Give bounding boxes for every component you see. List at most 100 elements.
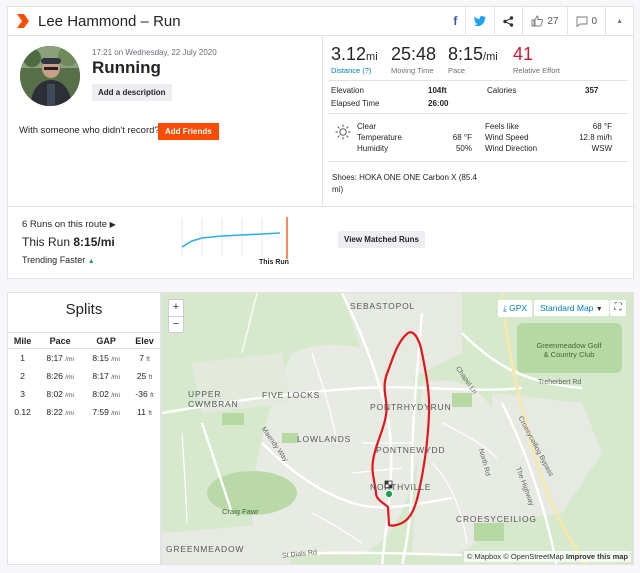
relative-effort-label[interactable]: Relative Effort: [513, 66, 560, 75]
feels-like-label: Feels like: [485, 122, 519, 131]
distance-stat: 3.12mi Distance (?): [331, 44, 378, 75]
split-pace: 8:02 /mi: [46, 388, 74, 399]
add-friends-button[interactable]: Add Friends: [158, 123, 219, 140]
view-matched-runs-button[interactable]: View Matched Runs: [338, 231, 425, 248]
twitter-share-button[interactable]: [465, 7, 494, 35]
this-run-marker-label: This Run: [259, 259, 289, 266]
twitter-icon: [474, 16, 487, 26]
weather-condition: Clear: [357, 122, 377, 131]
calories-label: Calories: [487, 86, 517, 95]
map-label: UPPER CWMBRAN: [188, 389, 239, 409]
table-row[interactable]: 2 8:26 /mi 8:17 /mi 25 ft: [8, 367, 160, 385]
comment-count: 0: [591, 15, 598, 27]
header-actions: f 27 0 ▲: [445, 7, 633, 35]
column-header: Pace: [37, 332, 84, 349]
divider: [322, 36, 323, 206]
divider: [8, 206, 635, 207]
split-mile: 0.12: [14, 406, 31, 417]
wind-speed-value: 12.8 mi/h: [579, 133, 612, 142]
activity-summary-card: 17:21 on Wednesday, 22 July 2020 Running…: [7, 36, 635, 279]
map-label: LOWLANDS: [297, 434, 352, 444]
kudos-button[interactable]: 27: [522, 7, 566, 35]
map-label: NORTHVILLE: [370, 482, 432, 492]
zoom-controls: + −: [168, 299, 184, 333]
split-gap: 8:17 /mi: [92, 370, 120, 381]
column-header: GAP: [83, 332, 130, 349]
divider: [328, 80, 628, 81]
elapsed-time-label: Elapsed Time: [331, 99, 380, 108]
activity-datetime: 17:21 on Wednesday, 22 July 2020: [92, 48, 217, 57]
someone-prompt: With someone who didn't record?: [19, 125, 160, 136]
split-elev: 11 ft: [137, 406, 152, 417]
map-label: Treherbert Rd: [538, 379, 582, 386]
split-mile: 3: [20, 388, 25, 399]
clear-weather-icon: [335, 124, 351, 140]
split-elev: -36 ft: [135, 388, 154, 399]
facebook-icon: f: [453, 14, 458, 28]
map-label: PONTRHYDYRUN: [370, 402, 452, 412]
column-header: Elev: [129, 332, 160, 349]
map-label: CROESYCEILIOG: [456, 514, 537, 524]
activity-header: Lee Hammond – Run f 27 0 ▲: [7, 6, 634, 36]
zoom-in-button[interactable]: +: [169, 300, 183, 316]
split-pace: 8:17 /mi: [46, 352, 74, 363]
sparkline-series: [181, 232, 281, 248]
fullscreen-icon[interactable]: ⛶: [610, 300, 626, 316]
runs-on-route-link[interactable]: 6 Runs on this route ▶: [22, 219, 116, 230]
this-run-label: This Run: [22, 235, 71, 249]
table-row[interactable]: 1 8:17 /mi 8:15 /mi 7 ft: [8, 349, 160, 367]
split-gap: 7:59 /mi: [92, 406, 120, 417]
moving-time-label: Moving Time: [391, 66, 434, 75]
map-label: PONTNEWYDD: [376, 445, 446, 455]
trending-label: Trending Faster: [22, 255, 86, 265]
map-label: SEBASTOPOL: [350, 301, 416, 311]
zoom-out-button[interactable]: −: [169, 316, 183, 332]
route-map[interactable]: SEBASTOPOL UPPER CWMBRAN FIVE LOCKS LOWL…: [161, 292, 634, 565]
feels-like-value: 68 °F: [592, 122, 612, 131]
table-row[interactable]: 0.12 8:22 /mi 7:59 /mi 11 ft: [8, 403, 160, 421]
pace-unit: /mi: [483, 51, 498, 63]
elapsed-time-value: 26:00: [428, 99, 449, 108]
map-base: [162, 293, 633, 564]
split-mile: 2: [20, 370, 25, 381]
more-options-button[interactable]: ▲: [605, 7, 633, 35]
avatar[interactable]: [20, 46, 80, 106]
pace-stat: 8:15/mi Pace: [448, 44, 498, 75]
improve-map-link[interactable]: Improve this map: [566, 552, 628, 561]
temperature-value: 68 °F: [452, 133, 472, 142]
comment-button[interactable]: 0: [566, 7, 606, 35]
facebook-share-button[interactable]: f: [445, 7, 465, 35]
split-gap: 8:02 /mi: [92, 388, 120, 399]
splits-table: Mile Pace GAP Elev 1 8:17 /mi 8:15 /mi 7…: [8, 332, 160, 421]
more-icon: ▲: [616, 17, 623, 25]
chevron-right-icon[interactable]: [16, 14, 30, 28]
wind-speed-label: Wind Speed: [485, 133, 529, 142]
activity-name: Running: [92, 58, 161, 77]
distance-unit: mi: [366, 51, 378, 63]
distance-value: 3.12: [331, 44, 367, 64]
relative-effort-stat: 41 Relative Effort: [513, 44, 560, 75]
add-description-button[interactable]: Add a description: [92, 84, 172, 101]
split-mile: 1: [20, 352, 25, 363]
calories-value: 357: [585, 86, 599, 95]
this-run-pace: This Run 8:15/mi: [22, 235, 115, 249]
caret-down-icon: ▼: [595, 306, 603, 313]
map-style-select[interactable]: Standard Map ▼: [534, 300, 609, 316]
trending-up-icon: ▲: [87, 258, 95, 265]
map-attribution: © Mapbox © OpenStreetMap Improve this ma…: [463, 551, 631, 562]
share-button[interactable]: [494, 7, 522, 35]
kudos-count: 27: [547, 15, 559, 27]
temperature-label: Temperature: [357, 133, 402, 142]
split-elev: 7 ft: [139, 352, 150, 363]
moving-time-value: 25:48: [391, 44, 437, 64]
table-row[interactable]: 3 8:02 /mi 8:02 /mi -36 ft: [8, 385, 160, 403]
gpx-download-button[interactable]: ⤓ GPX: [498, 300, 533, 317]
trending-indicator: Trending Faster ▲: [22, 255, 95, 265]
splits-panel: Splits Mile Pace GAP Elev 1 8:17 /mi 8:1…: [7, 292, 161, 565]
map-label: GREENMEADOW: [166, 544, 245, 554]
elevation-label: Elevation: [331, 86, 364, 95]
this-run-value: 8:15/mi: [73, 235, 115, 249]
map-label: FIVE LOCKS: [262, 390, 321, 400]
relative-effort-value: 41: [513, 44, 534, 64]
distance-label[interactable]: Distance (?): [331, 66, 378, 75]
